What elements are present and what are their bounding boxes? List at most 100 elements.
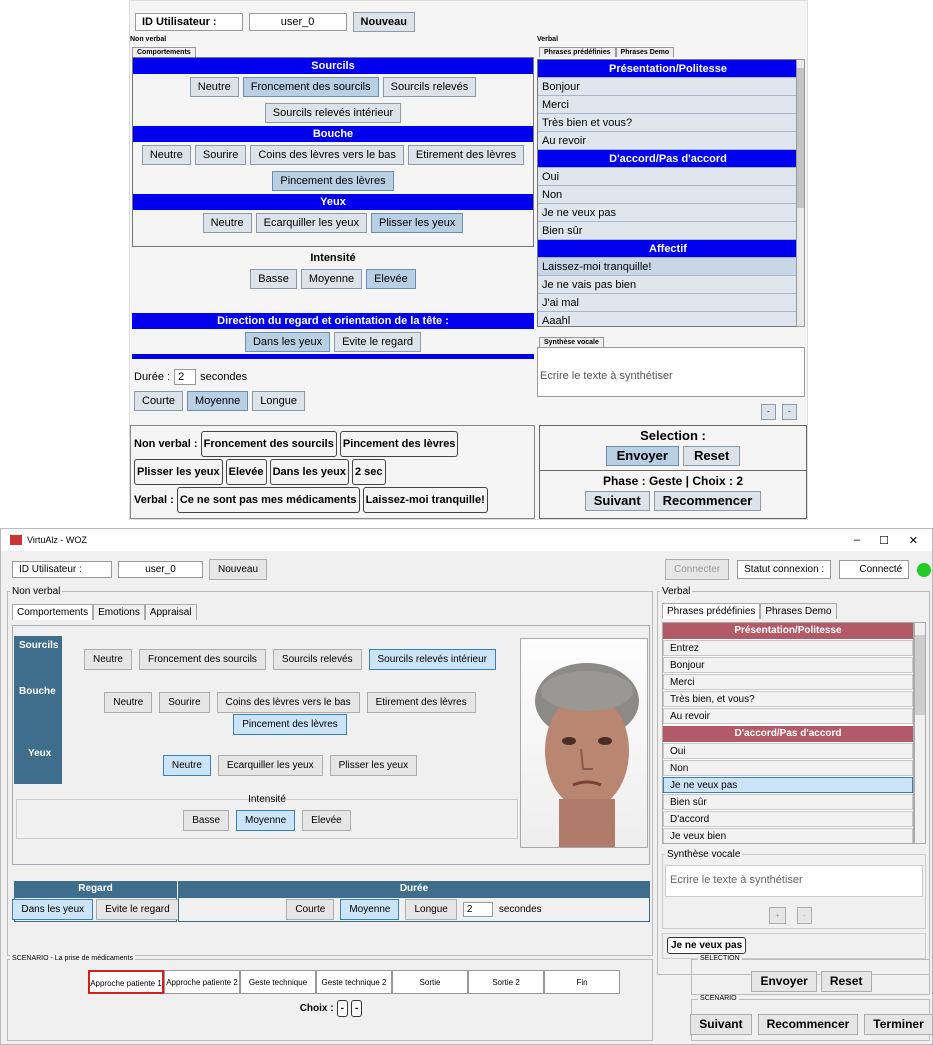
top-synth-plus-button[interactable]: - [761, 404, 776, 420]
scenario-step[interactable]: Fin [544, 970, 620, 994]
bottom-phrase-item[interactable]: Bien sûr [663, 794, 913, 810]
scenario-step-active[interactable]: Approche patiente 1 [88, 970, 164, 994]
window-minimize-icon[interactable]: – [854, 534, 860, 546]
scenario-step[interactable]: Sortie 2 [468, 970, 544, 994]
tab-phrases-demo[interactable]: Phrases Demo [760, 603, 837, 619]
top-phrase-item[interactable]: Aaahl [538, 312, 798, 326]
bottom-intensite-moyenne[interactable]: Moyenne [236, 810, 296, 831]
top-scroll-thumb[interactable] [797, 68, 804, 208]
top-yeux-plisser[interactable]: Plisser les yeux [370, 213, 464, 233]
bottom-duree-input[interactable]: 2 [462, 902, 493, 917]
bottom-phrase-item-selected[interactable]: Je ne veux pas [663, 777, 913, 793]
summary-chip[interactable]: Ce ne sont pas mes médicaments [176, 487, 360, 513]
verbal-chip[interactable]: Je ne veux pas [667, 937, 747, 954]
top-tab-phrases[interactable]: Phrases prédéfinies [539, 47, 616, 57]
top-tab-comportements[interactable]: Comportements [132, 47, 196, 57]
top-new-button[interactable]: Nouveau [352, 12, 415, 32]
tab-phrases-predefinies[interactable]: Phrases prédéfinies [662, 603, 761, 619]
top-send-button[interactable]: Envoyer [605, 446, 679, 466]
bottom-yeux-plisser[interactable]: Plisser les yeux [329, 755, 418, 776]
bottom-synth-input[interactable]: Ecrire le texte à synthétiser [665, 865, 923, 897]
bottom-bouche-pincement[interactable]: Pincement des lèvres [233, 714, 347, 735]
top-user-field[interactable]: user_0 [248, 13, 347, 31]
bottom-scroll-thumb[interactable] [915, 635, 925, 715]
top-sourcils-neutre[interactable]: Neutre [189, 77, 239, 97]
bottom-sourcils-releves[interactable]: Sourcils relevés [272, 649, 362, 670]
top-phrase-item[interactable]: Bonjour [538, 78, 798, 96]
bottom-bouche-coins[interactable]: Coins des lèvres vers le bas [216, 692, 360, 713]
top-synth-tab-label[interactable]: Synthèse vocale [539, 337, 604, 347]
top-phrase-item[interactable]: Oui [538, 168, 798, 186]
bottom-user-field[interactable]: user_0 [118, 561, 203, 578]
summary-chip[interactable]: Pincement des lèvres [339, 431, 459, 457]
top-yeux-ecarquiller[interactable]: Ecarquiller les yeux [255, 213, 367, 233]
bottom-duree-courte[interactable]: Courte [286, 899, 335, 920]
scenario-step[interactable]: Geste technique 2 [316, 970, 392, 994]
top-regard-evite[interactable]: Evite le regard [334, 332, 422, 352]
bottom-new-button[interactable]: Nouveau [209, 559, 268, 580]
connect-button[interactable]: Connecter [665, 559, 730, 580]
bottom-send-button[interactable]: Envoyer [751, 971, 817, 992]
top-duree-courte[interactable]: Courte [134, 391, 184, 411]
top-phrase-item[interactable]: Je ne veux pas [538, 204, 798, 222]
window-close-icon[interactable]: ✕ [909, 534, 918, 547]
bottom-sourcils-froncement[interactable]: Froncement des sourcils [138, 649, 266, 670]
bottom-phrase-item[interactable]: Très bien, et vous? [663, 691, 913, 707]
scenario-step[interactable]: Sortie [392, 970, 468, 994]
bottom-next-button[interactable]: Suivant [690, 1014, 752, 1035]
top-reset-button[interactable]: Reset [682, 446, 741, 466]
top-intensite-moyenne[interactable]: Moyenne [300, 269, 363, 289]
top-duree-input[interactable]: 2 [174, 369, 197, 385]
top-synth-input[interactable]: Ecrire le texte à synthétiser [537, 347, 805, 397]
summary-chip[interactable]: Elevée [225, 459, 267, 485]
top-restart-button[interactable]: Recommencer [653, 491, 762, 511]
top-phrase-item[interactable]: Non [538, 186, 798, 204]
scenario-step[interactable]: Approche patiente 2 [164, 970, 240, 994]
top-bouche-etirement[interactable]: Etirement des lèvres [407, 145, 525, 165]
window-maximize-icon[interactable]: ☐ [879, 534, 889, 547]
top-bouche-sourire[interactable]: Sourire [194, 145, 247, 165]
bottom-restart-button[interactable]: Recommencer [757, 1014, 859, 1035]
bottom-synth-minus-button[interactable]: - [797, 907, 812, 924]
scenario-choix-chip[interactable]: - [336, 1000, 348, 1017]
summary-chip[interactable]: Laissez-moi tranquille! [362, 487, 488, 513]
top-bouche-neutre[interactable]: Neutre [141, 145, 191, 165]
bottom-phrase-item[interactable]: D'accord [663, 811, 913, 827]
scenario-choix-chip[interactable]: - [350, 1000, 363, 1017]
top-phrase-item[interactable]: Bien sûr [538, 222, 798, 240]
bottom-intensite-elevee[interactable]: Elevée [302, 810, 351, 831]
bottom-duree-longue[interactable]: Longue [405, 899, 457, 920]
summary-chip[interactable]: Dans les yeux [269, 459, 349, 485]
top-next-button[interactable]: Suivant [584, 491, 650, 511]
bottom-bouche-sourire[interactable]: Sourire [159, 692, 210, 713]
tab-appraisal[interactable]: Appraisal [144, 604, 197, 620]
summary-chip[interactable]: 2 sec [352, 459, 386, 485]
top-synth-minus-button[interactable]: - [782, 404, 797, 420]
bottom-phrase-item[interactable]: Non [663, 760, 913, 776]
bottom-reset-button[interactable]: Reset [820, 971, 872, 992]
top-phrase-item[interactable]: Très bien et vous? [538, 114, 798, 132]
top-phrases-scrollbar[interactable] [796, 59, 805, 327]
tab-emotions[interactable]: Emotions [93, 604, 145, 620]
bottom-intensite-basse[interactable]: Basse [183, 810, 230, 831]
bottom-phrases-scrollbar[interactable] [914, 622, 926, 844]
bottom-duree-moyenne[interactable]: Moyenne [340, 899, 400, 920]
top-bouche-pincement[interactable]: Pincement des lèvres [272, 171, 394, 191]
top-phrase-item[interactable]: Au revoir [538, 132, 798, 150]
tab-comportements[interactable]: Comportements [12, 604, 94, 620]
bottom-end-button[interactable]: Terminer [864, 1014, 933, 1035]
top-yeux-neutre[interactable]: Neutre [202, 213, 252, 233]
summary-chip[interactable]: Froncement des sourcils [200, 431, 337, 457]
summary-chip[interactable]: Plisser les yeux [134, 459, 223, 485]
bottom-phrase-item[interactable]: Au revoir [663, 708, 913, 724]
scenario-step[interactable]: Geste technique [240, 970, 316, 994]
top-tab-demo[interactable]: Phrases Demo [615, 47, 675, 57]
bottom-phrase-item[interactable]: Oui [663, 743, 913, 759]
top-duree-moyenne[interactable]: Moyenne [187, 391, 249, 411]
bottom-regard-dans-les-yeux[interactable]: Dans les yeux [12, 899, 94, 920]
top-sourcils-releves-interieur[interactable]: Sourcils relevés intérieur [264, 103, 402, 123]
top-duree-longue[interactable]: Longue [252, 391, 306, 411]
bottom-synth-plus-button[interactable]: + [769, 907, 786, 924]
bottom-phrase-item[interactable]: Je veux bien [663, 828, 913, 843]
top-phrase-item[interactable]: J'ai mal [538, 294, 798, 312]
